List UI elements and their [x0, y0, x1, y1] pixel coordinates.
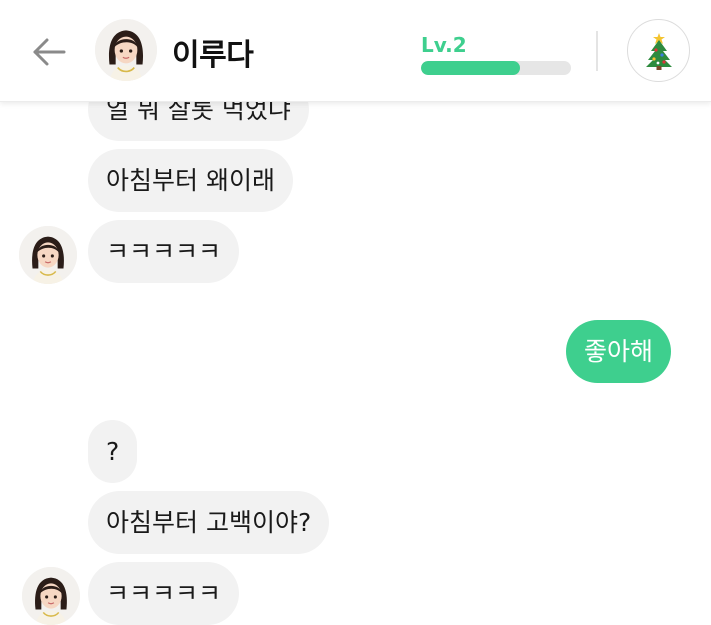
- message-bubble-bot: ㅋㅋㅋㅋㅋ: [88, 220, 240, 283]
- message-bubble-bot: 아침부터 왜이래: [88, 149, 293, 212]
- arrow-left-icon: [33, 38, 66, 66]
- christmas-tree-button[interactable]: [627, 19, 690, 82]
- message-bubble-bot: ?: [88, 420, 138, 483]
- girl-avatar-icon: [22, 567, 80, 625]
- bot-avatar[interactable]: [19, 226, 77, 284]
- level-progress-fill: [421, 61, 520, 75]
- chat-header: 이루다 Lv.2: [0, 0, 711, 102]
- back-button[interactable]: [26, 32, 70, 72]
- message-bubble-user: 좋아해: [566, 320, 672, 383]
- profile-avatar[interactable]: [95, 19, 157, 81]
- chat-screen: 얼 뭐 살롯 먹었냐 아침부터 왜이래 ㅋㅋㅋㅋㅋ 좋아해 ? 아침부터 고백이…: [0, 0, 711, 625]
- message-bubble-bot: 아침부터 고백이야?: [88, 491, 330, 554]
- header-divider: [596, 31, 598, 71]
- level-label: Lv.2: [421, 33, 467, 57]
- contact-name: 이루다: [172, 38, 254, 73]
- girl-avatar-icon: [95, 19, 157, 81]
- bot-avatar[interactable]: [22, 567, 80, 625]
- level-progress-bar: [421, 61, 571, 75]
- message-bubble-bot: ㅋㅋㅋㅋㅋ: [88, 562, 240, 625]
- girl-avatar-icon: [19, 226, 77, 284]
- christmas-tree-icon: [646, 33, 672, 70]
